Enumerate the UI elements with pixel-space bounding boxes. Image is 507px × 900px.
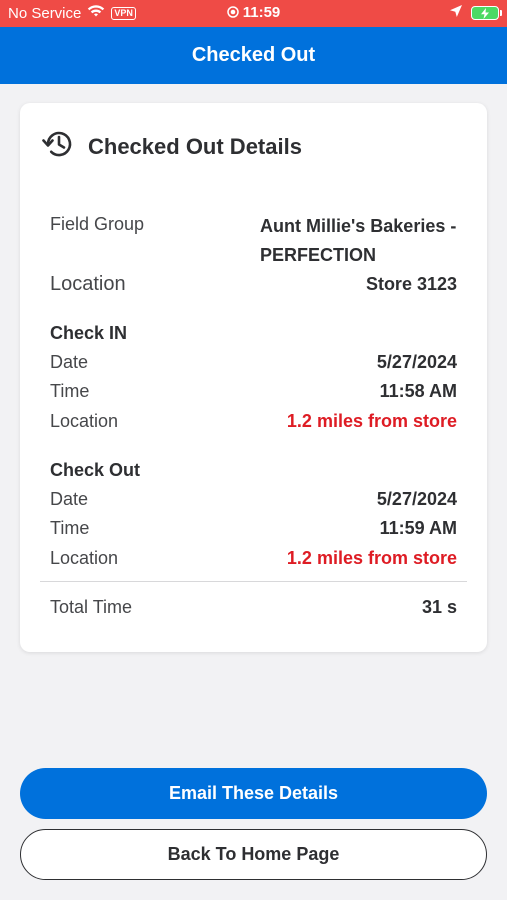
- total-time-value: 31 s: [421, 597, 457, 617]
- check-out-date-row: Date 5/27/2024: [50, 489, 457, 510]
- battery-charging-icon: [471, 6, 502, 20]
- clock-text: 11:59: [242, 4, 281, 21]
- field-group-value: Aunt Millie's Bakeries - PERFECTION: [260, 212, 465, 270]
- status-time: 11:59: [0, 4, 507, 22]
- check-in-date-value: 5/27/2024: [376, 352, 457, 372]
- check-out-location-label: Location: [50, 548, 119, 568]
- check-out-time-row: Time 11:59 AM: [50, 518, 457, 539]
- card-title: Checked Out Details: [88, 133, 302, 159]
- check-out-title: Check Out: [50, 460, 141, 480]
- history-icon: [42, 127, 76, 166]
- page-header: Checked Out: [0, 27, 507, 84]
- checked-out-details-card: Checked Out Details Field Group Aunt Mil…: [20, 103, 487, 652]
- total-time-row: Total Time 31 s: [50, 597, 457, 618]
- check-in-location-value: 1.2 miles from store: [286, 411, 457, 431]
- back-to-home-label: Back To Home Page: [167, 844, 340, 864]
- field-group-value-line2: PERFECTION: [260, 245, 377, 265]
- check-in-title: Check IN: [50, 323, 128, 343]
- email-details-button[interactable]: Email These Details: [20, 768, 487, 819]
- page-title: Checked Out: [191, 44, 316, 66]
- location-row: Location Store 3123: [50, 273, 457, 296]
- back-to-home-button[interactable]: Back To Home Page: [20, 829, 487, 880]
- card-title-row: Checked Out Details: [42, 127, 302, 166]
- check-out-date-value: 5/27/2024: [376, 489, 457, 509]
- check-out-location-row: Location 1.2 miles from store: [50, 548, 457, 569]
- field-group-value-line1: Aunt Millie's Bakeries -: [260, 216, 457, 236]
- check-in-time-label: Time: [50, 381, 90, 401]
- check-in-date-row: Date 5/27/2024: [50, 352, 457, 373]
- check-out-date-label: Date: [50, 489, 89, 509]
- field-group-label: Field Group: [50, 214, 145, 234]
- status-bar: No Service VPN 11:59: [0, 0, 507, 27]
- location-arrow-icon: [449, 4, 463, 22]
- location-label: Location: [50, 273, 126, 295]
- total-time-label: Total Time: [50, 597, 133, 617]
- check-in-time-row: Time 11:58 AM: [50, 381, 457, 402]
- email-details-label: Email These Details: [168, 783, 339, 803]
- screen-record-icon: [226, 5, 239, 22]
- status-right: [449, 4, 502, 22]
- check-in-time-value: 11:58 AM: [379, 381, 457, 401]
- check-out-time-value: 11:59 AM: [379, 518, 457, 538]
- check-out-location-value: 1.2 miles from store: [286, 548, 457, 568]
- check-out-time-label: Time: [50, 518, 90, 538]
- location-value: Store 3123: [365, 274, 457, 294]
- divider: [40, 581, 467, 582]
- check-in-location-label: Location: [50, 411, 119, 431]
- check-in-date-label: Date: [50, 352, 89, 372]
- check-in-location-row: Location 1.2 miles from store: [50, 411, 457, 432]
